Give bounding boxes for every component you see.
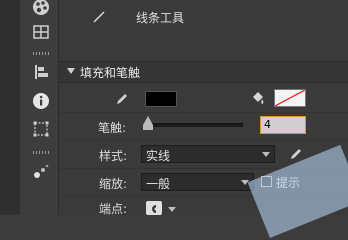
paint-bucket-icon [253, 92, 264, 104]
palette-icon[interactable] [31, 0, 51, 17]
stroke-slider-thumb[interactable] [143, 116, 153, 125]
stroke-slider-track[interactable] [147, 123, 243, 127]
left-dock-strip [0, 0, 20, 215]
chevron-down-icon[interactable] [168, 207, 176, 212]
transform-icon[interactable] [31, 119, 51, 139]
cap-label: 端点: [99, 202, 128, 216]
info-icon[interactable] [31, 91, 51, 111]
scale-select[interactable]: 一般 [141, 173, 254, 191]
section-title: 填充和笔触 [80, 66, 141, 80]
style-label: 样式: [99, 149, 128, 163]
scale-select-value: 一般 [146, 177, 171, 191]
stroke-slider-thumb-base[interactable] [143, 125, 153, 130]
line-tool-icon [93, 11, 105, 23]
divider [59, 139, 348, 140]
align-icon[interactable] [31, 62, 51, 82]
pencil-icon[interactable] [289, 147, 303, 161]
fill-color-swatch[interactable] [274, 89, 306, 107]
divider [59, 112, 348, 113]
style-select-value: 实线 [146, 149, 171, 163]
panel-toolbar [24, 0, 59, 215]
stroke-label: 笔触: [98, 121, 127, 135]
motion-icon[interactable] [31, 161, 51, 181]
chevron-down-icon [262, 152, 270, 157]
style-select[interactable]: 实线 [141, 145, 275, 163]
collapse-triangle-icon[interactable] [67, 68, 75, 74]
stroke-width-input[interactable]: 4 [260, 116, 306, 134]
scale-label: 缩放: [99, 177, 128, 191]
toolbar-grip[interactable] [33, 52, 49, 55]
grid-icon[interactable] [31, 22, 51, 42]
cap-style-button[interactable] [146, 201, 162, 215]
stroke-color-swatch[interactable] [145, 91, 177, 107]
tool-name: 线条工具 [136, 11, 185, 25]
pencil-icon [117, 94, 127, 104]
toolbar-grip[interactable] [33, 151, 49, 154]
